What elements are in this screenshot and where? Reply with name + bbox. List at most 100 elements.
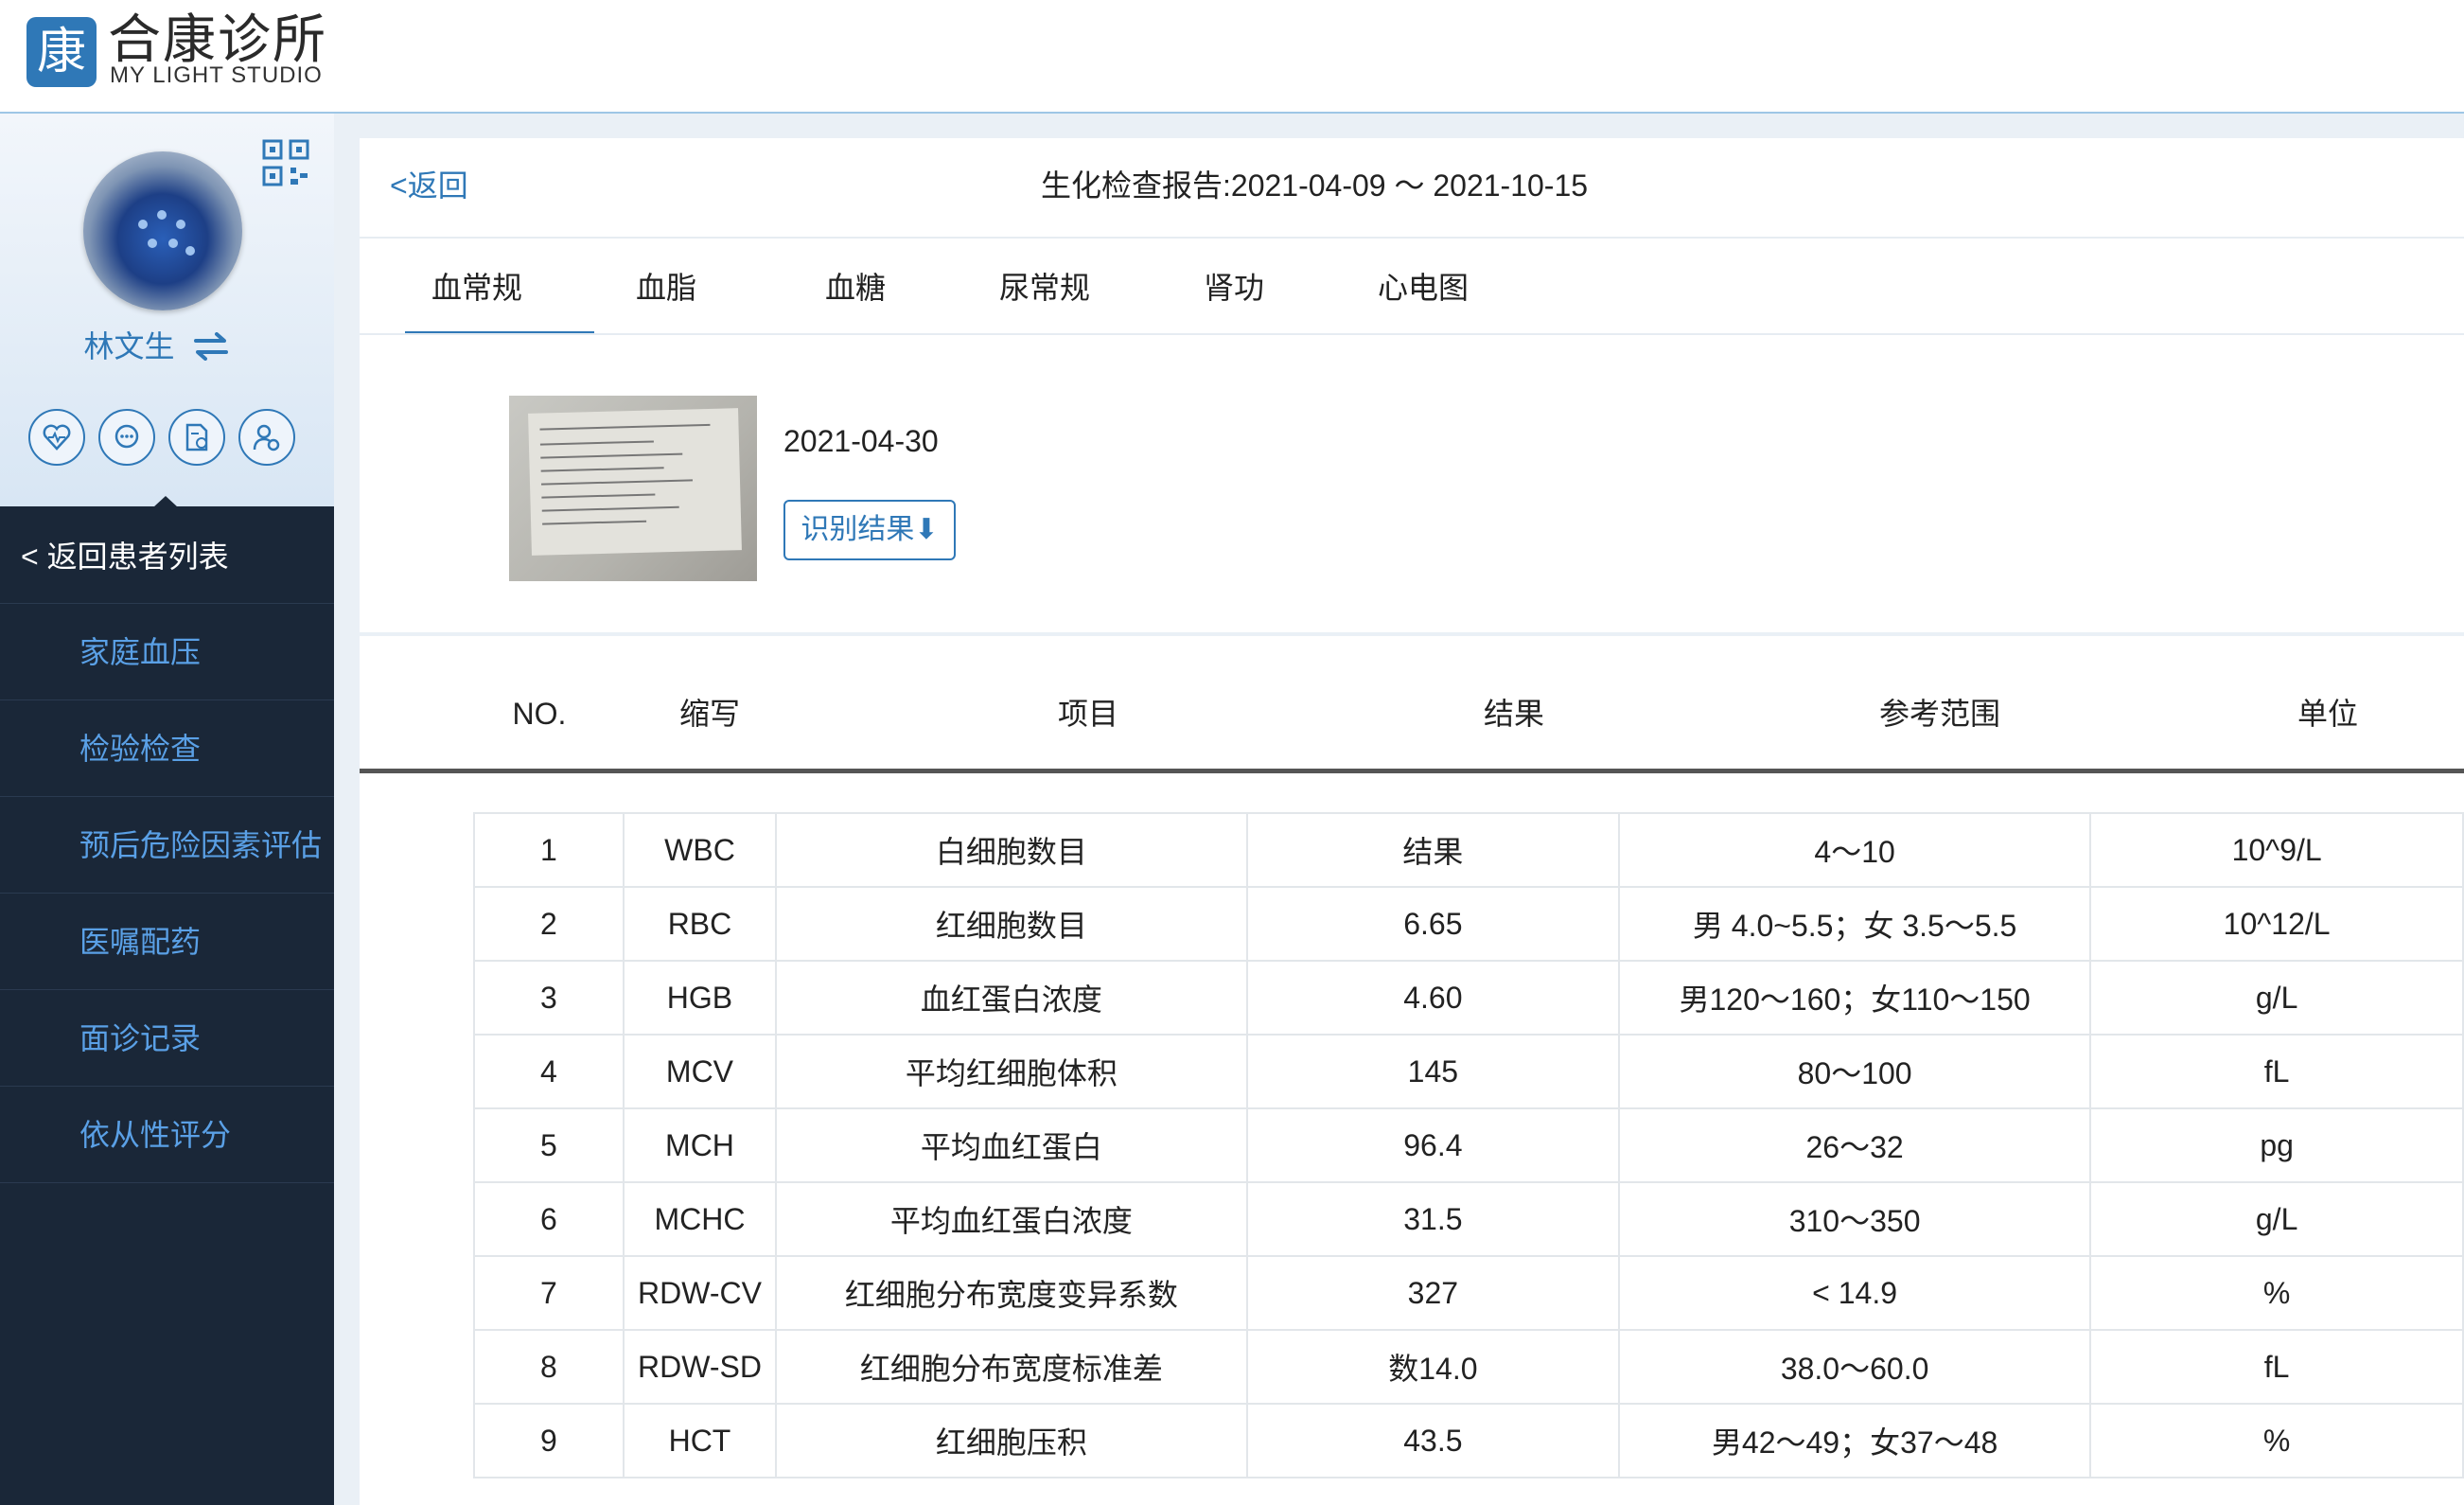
cell-abbr: WBC <box>622 812 778 888</box>
cell-unit: % <box>2089 1403 2464 1478</box>
patient-profile: 林文生 <box>0 114 334 507</box>
sidebar-item-compliance-score[interactable]: 依从性评分 <box>0 1088 334 1183</box>
cell-result: 43.5 <box>1245 1403 1620 1478</box>
patient-name: 林文生 <box>83 329 175 363</box>
back-link[interactable]: <返回 <box>390 167 468 204</box>
cell-unit: % <box>2089 1255 2464 1331</box>
cell-item: 血红蛋白浓度 <box>775 960 1248 1036</box>
sidebar: 林文生 < 返回患者列表 家庭血压 检验检查 预后危险因素评估 医嘱配药 面诊记… <box>0 114 334 1505</box>
sidebar-item-risk-assessment[interactable]: 预后危险因素评估 <box>0 798 334 894</box>
cell-abbr: MCV <box>622 1034 778 1109</box>
tab-blood-routine[interactable]: 血常规 <box>382 240 594 335</box>
cell-abbr: MCH <box>622 1107 778 1183</box>
back-to-patient-list[interactable]: < 返回患者列表 <box>0 509 334 604</box>
cell-result: 结果 <box>1245 812 1620 888</box>
cell-item: 平均红细胞体积 <box>775 1034 1248 1109</box>
cell-item: 白细胞数目 <box>775 812 1248 888</box>
app-subtitle: MY LIGHT STUDIO <box>110 62 323 88</box>
tab-urine-routine[interactable]: 尿常规 <box>950 240 1139 335</box>
doctor-settings-icon[interactable] <box>238 409 295 466</box>
sidebar-item-prescriptions[interactable]: 医嘱配药 <box>0 894 334 990</box>
cell-abbr: HGB <box>622 960 778 1036</box>
cell-unit: 10^12/L <box>2089 886 2464 962</box>
top-header: 康 合康诊所 MY LIGHT STUDIO <box>0 0 2464 114</box>
qr-code-icon[interactable] <box>261 138 310 187</box>
cell-abbr: HCT <box>622 1403 778 1478</box>
cell-result: 4.60 <box>1245 960 1620 1036</box>
cell-abbr: RDW-SD <box>622 1329 778 1405</box>
column-header-no: NO. <box>512 697 567 731</box>
column-header-result: 结果 <box>1483 697 1544 731</box>
table-row: 8 RDW-SD 红细胞分布宽度标准差 数14.0 38.0～60.0 fL <box>473 1329 2464 1405</box>
sidebar-item-lab-tests[interactable]: 检验检查 <box>0 701 334 797</box>
profile-pointer <box>153 496 178 507</box>
tab-kidney-function[interactable]: 肾功 <box>1139 240 1329 335</box>
sidebar-item-consultation-records[interactable]: 面诊记录 <box>0 991 334 1087</box>
tab-blood-glucose[interactable]: 血糖 <box>761 240 950 335</box>
cell-item: 红细胞分布宽度变异系数 <box>775 1255 1248 1331</box>
cell-unit: g/L <box>2089 960 2464 1036</box>
cell-item: 红细胞分布宽度标准差 <box>775 1329 1248 1405</box>
cell-result: 145 <box>1245 1034 1620 1109</box>
cell-unit: 10^9/L <box>2089 812 2464 888</box>
cell-unit: fL <box>2089 1329 2464 1405</box>
cell-range: 38.0～60.0 <box>1617 1329 2092 1405</box>
cell-result: 6.65 <box>1245 886 1620 962</box>
page-title: 生化检查报告:2021-04-09 ～ 2021-10-15 <box>1041 168 1589 203</box>
cell-no: 9 <box>473 1403 625 1478</box>
cell-result: 31.5 <box>1245 1181 1620 1257</box>
sidebar-item-home-blood-pressure[interactable]: 家庭血压 <box>0 605 334 700</box>
table-row: 5 MCH 平均血红蛋白 96.4 26～32 pg <box>473 1107 2464 1183</box>
cell-item: 红细胞压积 <box>775 1403 1248 1478</box>
column-header-range: 参考范围 <box>1878 697 2000 731</box>
tab-blood-lipids[interactable]: 血脂 <box>572 240 761 335</box>
table-row: 1 WBC 白细胞数目 结果 4～10 10^9/L <box>473 812 2464 888</box>
cell-no: 2 <box>473 886 625 962</box>
table-row: 7 RDW-CV 红细胞分布宽度变异系数 327 < 14.9% <box>473 1255 2464 1331</box>
results-table: 1 WBC 白细胞数目 结果 4～10 10^9/L 2 RBC 红细胞数目 6.65 男 4.0~… <box>473 812 2464 1478</box>
cell-range: 男42～49；女37～48 <box>1617 1403 2092 1478</box>
cell-result: 327 <box>1245 1255 1620 1331</box>
cell-range: < 14.9 <box>1617 1255 2092 1331</box>
table-row: 3 HGB 血红蛋白浓度 4.60 男120～160；女110～150 g/L <box>473 960 2464 1036</box>
avatar[interactable] <box>83 151 242 310</box>
cell-no: 1 <box>473 812 625 888</box>
report-tabs: 血常规 血脂 血糖 尿常规 肾功 心电图 <box>360 240 2464 335</box>
table-row: 4 MCV 平均红细胞体积 145 80～100 fL <box>473 1034 2464 1109</box>
cell-unit: pg <box>2089 1107 2464 1183</box>
cell-item: 平均血红蛋白 <box>775 1107 1248 1183</box>
recognize-results-button[interactable]: 识别结果⬇ <box>783 500 956 560</box>
table-header-rule <box>360 769 2464 773</box>
cell-range: 4～10 <box>1617 812 2092 888</box>
cell-abbr: RBC <box>622 886 778 962</box>
table-header: NO. 缩写 项目 结果 参考范围 单位 <box>360 674 2464 753</box>
switch-patient-icon[interactable] <box>194 331 229 369</box>
cell-result: 96.4 <box>1245 1107 1620 1183</box>
cell-abbr: RDW-CV <box>622 1255 778 1331</box>
cell-no: 3 <box>473 960 625 1036</box>
table-row: 9 HCT 红细胞压积 43.5 男42～49；女37～48% <box>473 1403 2464 1478</box>
cell-no: 5 <box>473 1107 625 1183</box>
table-row: 6 MCHC 平均血红蛋白浓度 31.5 310～350 g/L <box>473 1181 2464 1257</box>
column-header-unit: 单位 <box>2297 697 2358 731</box>
cell-no: 4 <box>473 1034 625 1109</box>
report-date: 2021-04-30 <box>783 424 939 458</box>
cell-item: 红细胞数目 <box>775 886 1248 962</box>
report-document-icon[interactable] <box>168 409 225 466</box>
logo-icon: 康 <box>26 17 97 87</box>
cell-range: 310～350 <box>1617 1181 2092 1257</box>
tab-ecg[interactable]: 心电图 <box>1329 240 1518 335</box>
cell-range: 男120～160；女110～150 <box>1617 960 2092 1036</box>
cell-unit: fL <box>2089 1034 2464 1109</box>
report-photo-thumbnail[interactable] <box>509 396 757 581</box>
table-row: 2 RBC 红细胞数目 6.65 男 4.0~5.5；女 3.5～5.5 10^12/L <box>473 886 2464 962</box>
cell-item: 平均血红蛋白浓度 <box>775 1181 1248 1257</box>
health-heart-icon[interactable] <box>28 409 85 466</box>
patient-name-row: 林文生 <box>0 328 312 369</box>
cell-range: 80～100 <box>1617 1034 2092 1109</box>
divider <box>360 333 2464 335</box>
cell-no: 7 <box>473 1255 625 1331</box>
chat-icon[interactable] <box>98 409 155 466</box>
divider <box>360 237 2464 239</box>
column-header-item: 项目 <box>1057 697 1118 731</box>
